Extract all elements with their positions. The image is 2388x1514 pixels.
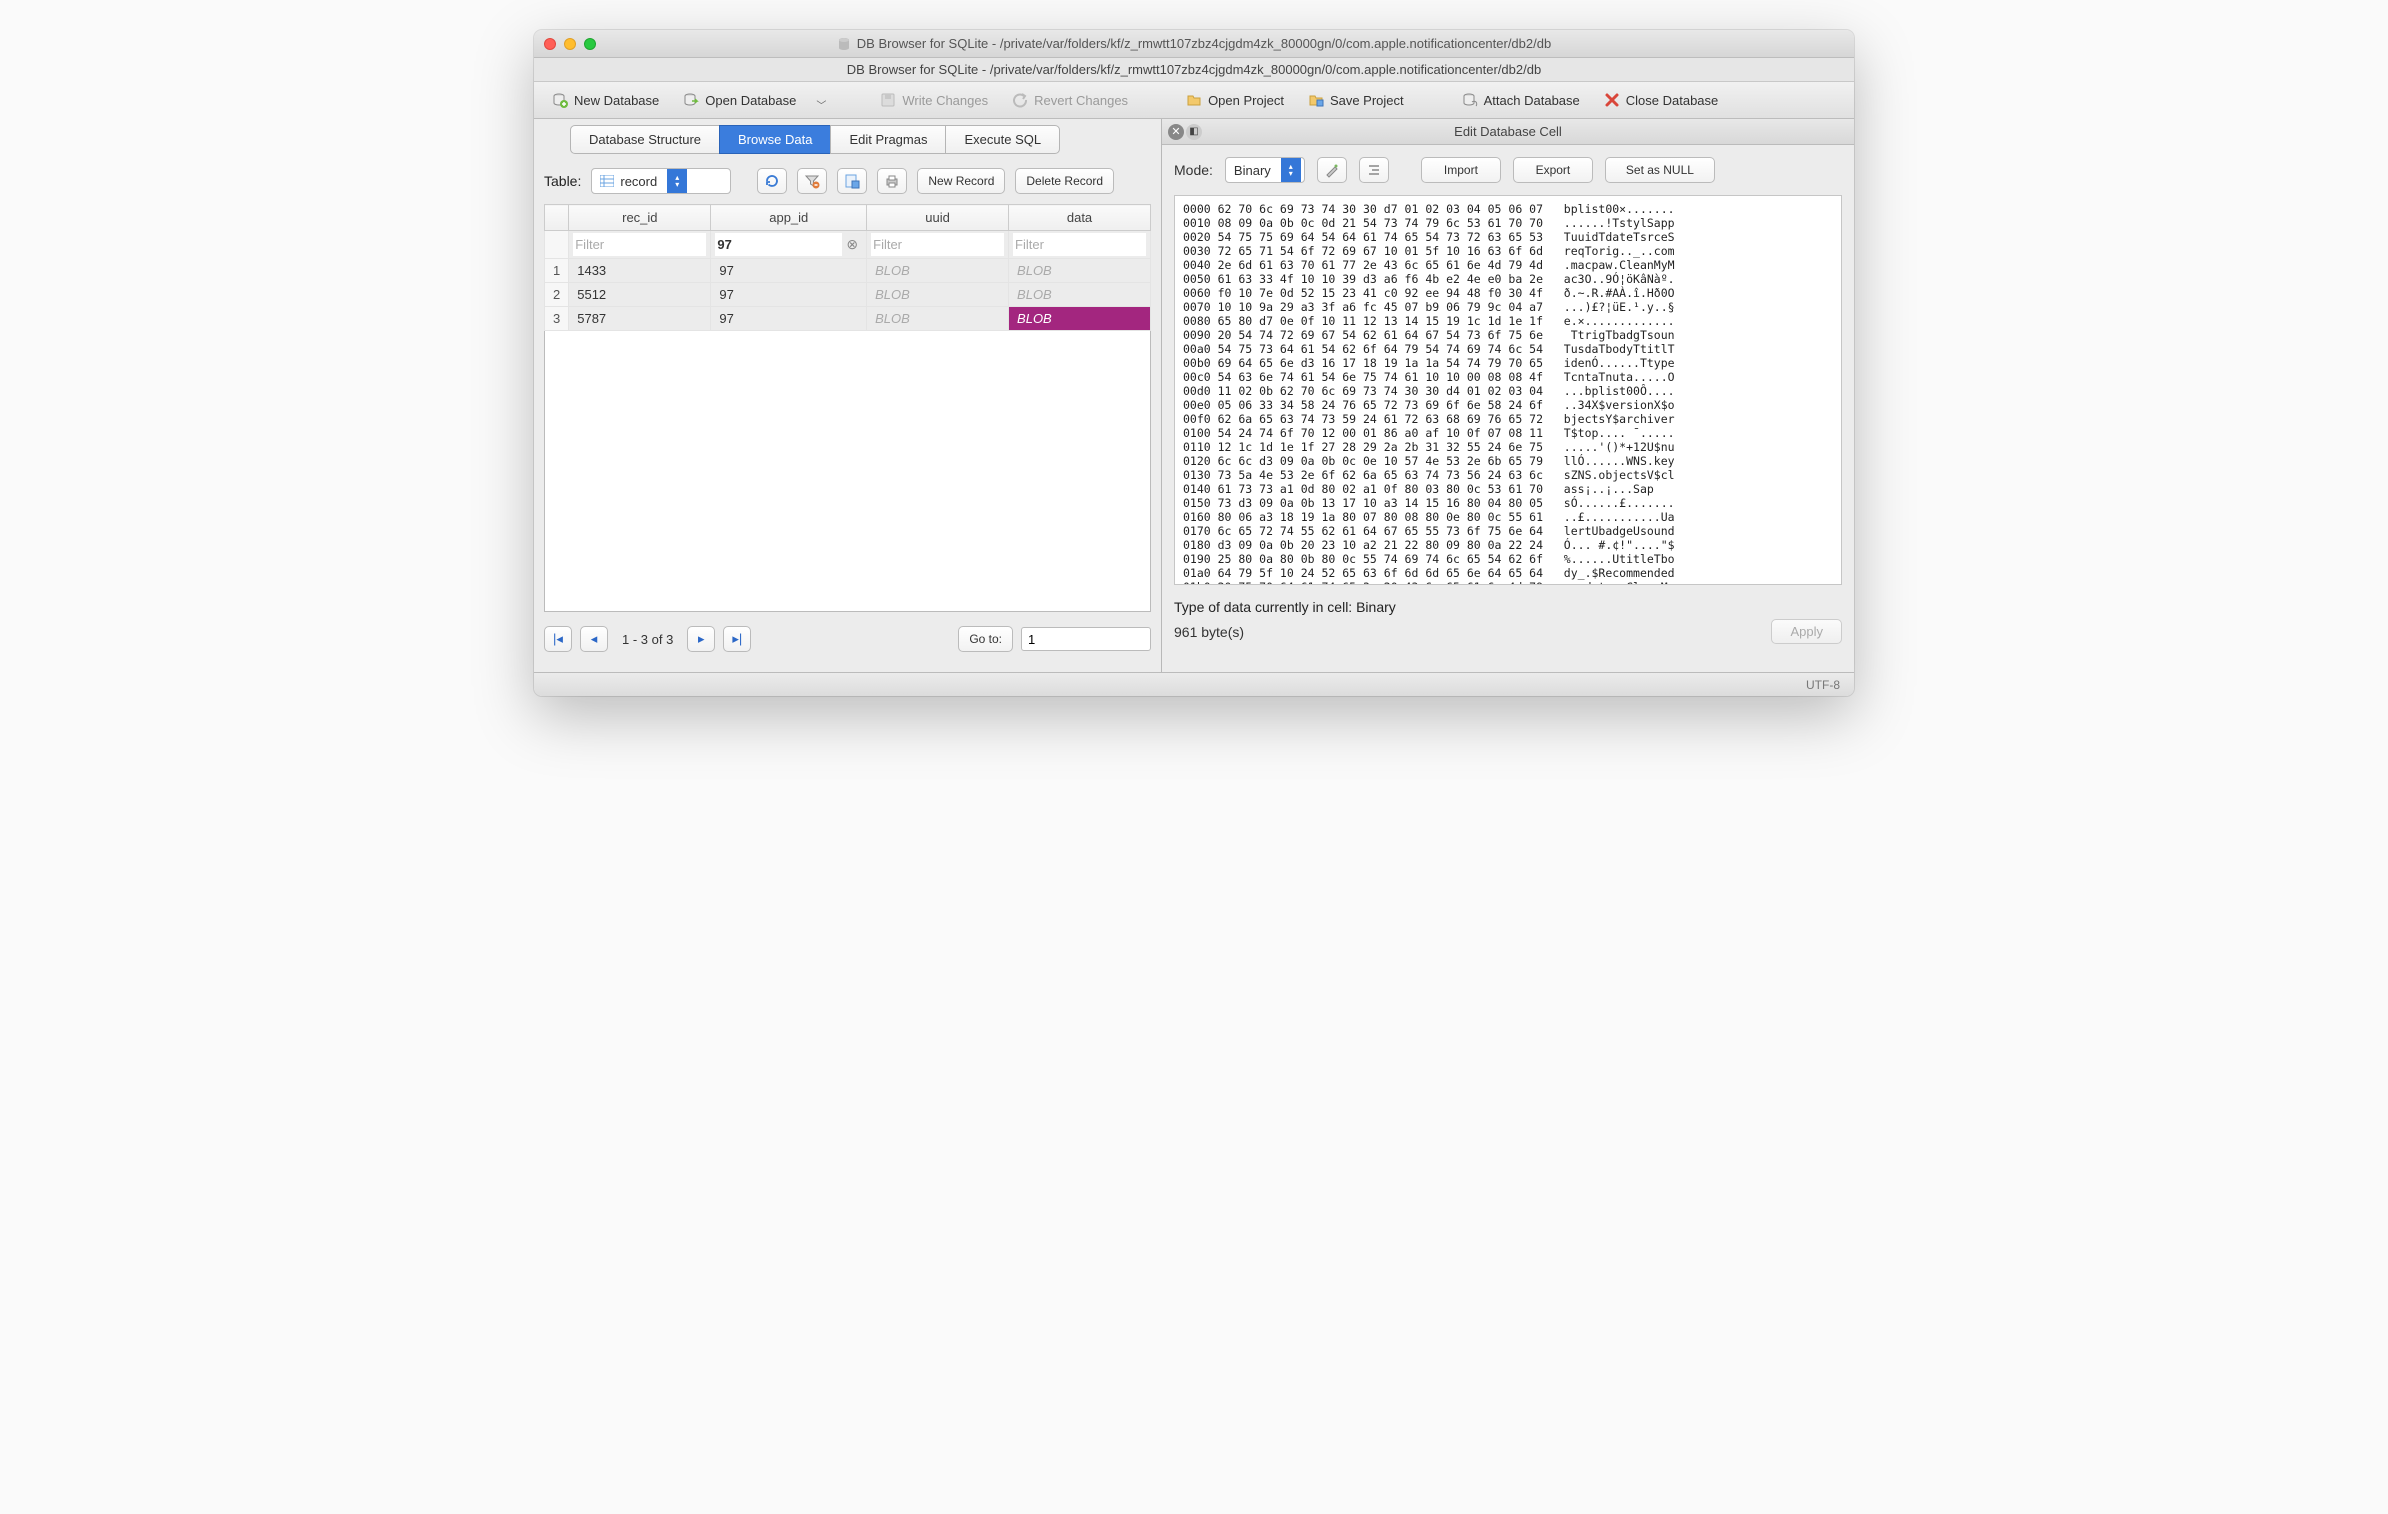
mode-select[interactable]: Binary ▴▾: [1225, 157, 1305, 183]
attach-database-button[interactable]: Attach Database: [1452, 88, 1590, 112]
funnel-icon: [804, 173, 820, 189]
open-project-button[interactable]: Open Project: [1176, 88, 1294, 112]
refresh-icon: [764, 173, 780, 189]
panel-titlebar: ✕ ◧ Edit Database Cell: [1162, 119, 1854, 145]
write-changes-button: Write Changes: [870, 88, 998, 112]
open-project-icon: [1186, 92, 1202, 108]
window-title-text: DB Browser for SQLite - /private/var/fol…: [857, 36, 1551, 51]
new-database-button[interactable]: New Database: [542, 88, 669, 112]
revert-changes-icon: [1012, 92, 1028, 108]
app-window: DB Browser for SQLite - /private/var/fol…: [534, 30, 1854, 696]
window-controls: [544, 38, 596, 50]
text-indent-button[interactable]: [1359, 157, 1389, 183]
set-null-button[interactable]: Set as NULL: [1605, 157, 1715, 183]
titlebar: DB Browser for SQLite - /private/var/fol…: [534, 30, 1854, 58]
mode-label: Mode:: [1174, 162, 1213, 178]
prev-page-button[interactable]: ◂: [580, 626, 608, 652]
select-arrows-icon: ▴▾: [667, 169, 687, 193]
table-header-row: rec_id app_id uuid data: [545, 205, 1151, 231]
window-title: DB Browser for SQLite - /private/var/fol…: [544, 36, 1844, 51]
filter-uuid[interactable]: [871, 233, 1004, 256]
attach-database-icon: [1462, 92, 1478, 108]
select-arrows-icon: ▴▾: [1281, 158, 1301, 182]
table-row[interactable]: 3 5787 97 BLOB BLOB: [545, 307, 1151, 331]
cell-editor-pane: ✕ ◧ Edit Database Cell Mode: Binary ▴▾ I…: [1162, 119, 1854, 672]
col-rec-id[interactable]: rec_id: [569, 205, 711, 231]
tab-edit-pragmas[interactable]: Edit Pragmas: [830, 125, 946, 154]
chevron-down-icon[interactable]: ﹀: [816, 97, 826, 112]
open-database-icon: [683, 92, 699, 108]
close-database-icon: [1604, 92, 1620, 108]
document-path: DB Browser for SQLite - /private/var/fol…: [534, 58, 1854, 82]
save-project-button[interactable]: Save Project: [1298, 88, 1414, 112]
goto-input[interactable]: [1021, 627, 1151, 651]
tab-execute-sql[interactable]: Execute SQL: [945, 125, 1060, 154]
pager: |◂ ◂ 1 - 3 of 3 ▸ ▸| Go to:: [534, 612, 1161, 672]
filter-data[interactable]: [1013, 233, 1146, 256]
goto-button[interactable]: Go to:: [958, 626, 1013, 652]
revert-changes-button: Revert Changes: [1002, 88, 1138, 112]
autoformat-button[interactable]: [1317, 157, 1347, 183]
print-icon: [884, 173, 900, 189]
first-page-button[interactable]: |◂: [544, 626, 572, 652]
panel-detach-icon[interactable]: ◧: [1186, 124, 1202, 140]
table-row[interactable]: 1 1433 97 BLOB BLOB: [545, 259, 1151, 283]
browse-pane: Database Structure Browse Data Edit Prag…: [534, 119, 1162, 672]
export-button[interactable]: Export: [1513, 157, 1593, 183]
table-select[interactable]: record ▴▾: [591, 168, 731, 194]
col-uuid[interactable]: uuid: [867, 205, 1009, 231]
table-row[interactable]: 2 5512 97 BLOB BLOB: [545, 283, 1151, 307]
panel-title-text: Edit Database Cell: [1454, 124, 1562, 139]
print-button[interactable]: [877, 168, 907, 194]
cell-type-info: Type of data currently in cell: Binary: [1162, 585, 1854, 619]
minimize-window-icon[interactable]: [564, 38, 576, 50]
delete-record-button[interactable]: Delete Record: [1015, 168, 1114, 194]
panel-close-icon[interactable]: ✕: [1168, 124, 1184, 140]
close-database-button[interactable]: Close Database: [1594, 88, 1729, 112]
zoom-window-icon[interactable]: [584, 38, 596, 50]
main-tabs: Database Structure Browse Data Edit Prag…: [534, 119, 1161, 154]
data-table: rec_id app_id uuid data ⊗: [544, 204, 1151, 331]
new-record-button[interactable]: New Record: [917, 168, 1005, 194]
clear-filters-button[interactable]: [797, 168, 827, 194]
main-toolbar: New Database Open Database ﹀ Write Chang…: [534, 82, 1854, 119]
selected-cell[interactable]: BLOB: [1009, 307, 1151, 331]
write-changes-icon: [880, 92, 896, 108]
wand-icon: [1324, 162, 1340, 178]
database-icon: [837, 37, 851, 51]
table-label: Table:: [544, 173, 581, 189]
tab-database-structure[interactable]: Database Structure: [570, 125, 720, 154]
import-button[interactable]: Import: [1421, 157, 1501, 183]
next-page-button[interactable]: ▸: [687, 626, 715, 652]
hex-view[interactable]: 0000 62 70 6c 69 73 74 30 30 d7 01 02 03…: [1174, 195, 1842, 585]
last-page-button[interactable]: ▸|: [723, 626, 751, 652]
filter-app-id[interactable]: [715, 233, 842, 256]
grid-empty-area[interactable]: [544, 331, 1151, 612]
encoding-label: UTF-8: [1806, 678, 1840, 692]
close-window-icon[interactable]: [544, 38, 556, 50]
indent-icon: [1366, 162, 1382, 178]
table-icon: [600, 175, 614, 187]
cell-size-info: 961 byte(s): [1174, 624, 1244, 640]
open-database-button[interactable]: Open Database: [673, 88, 806, 112]
col-data[interactable]: data: [1009, 205, 1151, 231]
save-project-icon: [1308, 92, 1324, 108]
save-view-button[interactable]: [837, 168, 867, 194]
apply-button: Apply: [1771, 619, 1842, 644]
filter-rec-id[interactable]: [573, 233, 706, 256]
tab-browse-data[interactable]: Browse Data: [719, 125, 831, 154]
new-database-icon: [552, 92, 568, 108]
refresh-button[interactable]: [757, 168, 787, 194]
status-bar: UTF-8: [534, 672, 1854, 696]
filter-row: ⊗: [545, 231, 1151, 259]
save-view-icon: [844, 173, 860, 189]
pager-text: 1 - 3 of 3: [622, 632, 673, 647]
clear-filter-icon[interactable]: ⊗: [842, 236, 862, 253]
col-app-id[interactable]: app_id: [711, 205, 867, 231]
